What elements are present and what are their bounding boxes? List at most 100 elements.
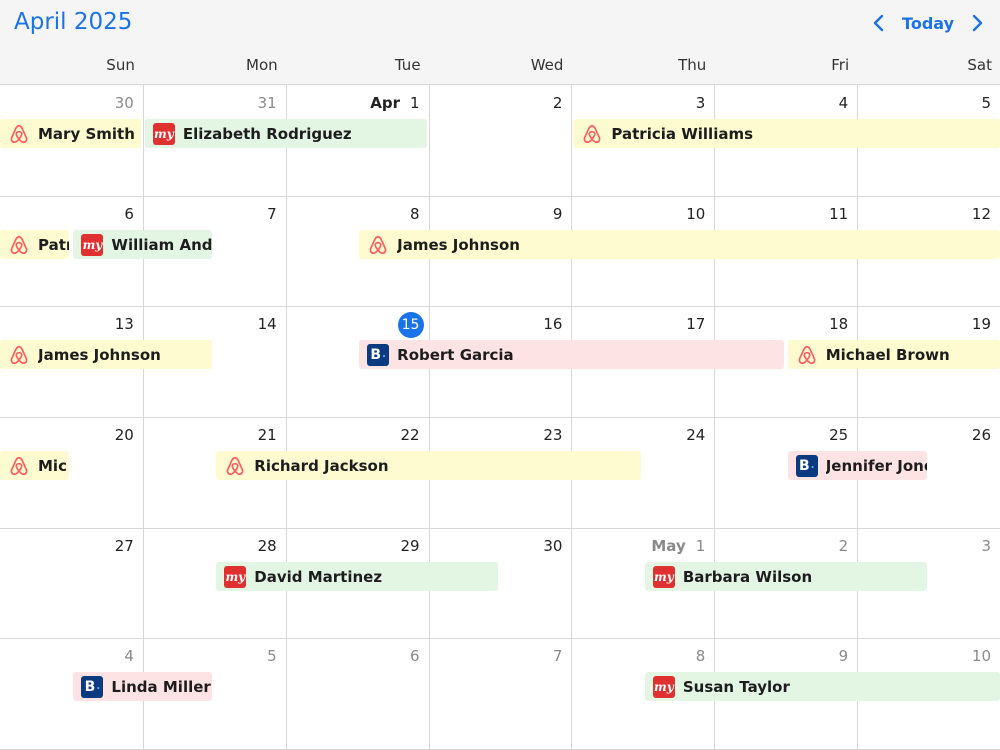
day-cell[interactable]: 17	[686, 313, 705, 335]
event-airbnb[interactable]: Patr	[0, 230, 70, 259]
day-cell[interactable]: 31	[258, 92, 277, 114]
day-cell[interactable]: 5	[267, 645, 277, 667]
event-mmt[interactable]: my Susan Taylor	[644, 672, 1000, 701]
event-guest-name: James Johnson	[397, 235, 520, 254]
day-cell[interactable]: 3	[696, 92, 706, 114]
day-cell[interactable]: 9	[553, 203, 563, 225]
event-airbnb[interactable]: Patricia Williams	[573, 119, 1000, 148]
day-cell[interactable]: Apr 1	[370, 92, 419, 114]
day-cell[interactable]: 9	[839, 645, 849, 667]
event-booking[interactable]: B. Linda Miller	[73, 672, 213, 701]
month-label: Apr	[370, 94, 401, 112]
booking-icon: B.	[366, 343, 390, 367]
day-cell[interactable]: 7	[553, 645, 563, 667]
weekday-label: Sat	[967, 56, 992, 74]
airbnb-icon	[584, 124, 601, 143]
event-airbnb[interactable]: Michael Brown	[787, 340, 1000, 369]
row-divider	[0, 417, 1000, 418]
weekday-label: Fri	[831, 56, 850, 74]
day-cell[interactable]: 25	[829, 424, 848, 446]
event-mmt[interactable]: my William Ande	[73, 230, 213, 259]
day-cell[interactable]: 3	[981, 535, 991, 557]
day-number: 6	[124, 205, 134, 223]
day-cell[interactable]: 4	[839, 92, 849, 114]
airbnb-icon	[10, 456, 28, 475]
day-cell[interactable]: 22	[400, 424, 419, 446]
day-number: 11	[829, 205, 849, 223]
day-cell[interactable]: 20	[115, 424, 134, 446]
day-cell[interactable]: 13	[115, 313, 134, 335]
weekday-label: Tue	[394, 56, 421, 74]
day-cell[interactable]: 19	[972, 313, 991, 335]
airbnb-icon	[795, 343, 819, 367]
airbnb-icon	[10, 235, 28, 254]
day-cell[interactable]: 27	[115, 535, 134, 557]
makemytrip-logo: my	[652, 565, 675, 588]
event-mmt[interactable]: my Elizabeth Rodriguez	[144, 119, 427, 148]
day-cell[interactable]: 6	[124, 203, 134, 225]
day-number: 7	[552, 647, 563, 665]
event-booking[interactable]: B. Jennifer Jones	[787, 451, 927, 480]
day-number: 23	[543, 426, 563, 444]
day-cell[interactable]: May 1	[651, 535, 705, 557]
day-cell[interactable]: 23	[543, 424, 562, 446]
day-cell[interactable]: 14	[258, 313, 277, 335]
day-number: 18	[829, 315, 849, 333]
day-cell[interactable]: 4	[124, 645, 134, 667]
airbnb-icon	[580, 122, 604, 146]
weekday-label: Wed	[530, 56, 564, 74]
today-indicator[interactable]: 15	[397, 312, 424, 338]
event-airbnb[interactable]: Mary Smith	[0, 119, 141, 148]
day-cell[interactable]: 7	[267, 203, 277, 225]
day-cell[interactable]: 10	[686, 203, 705, 225]
event-mmt[interactable]: my Barbara Wilson	[644, 562, 927, 591]
day-cell[interactable]: 18	[829, 313, 848, 335]
chevron-left-icon	[873, 14, 884, 32]
event-airbnb[interactable]: James Johnson	[0, 340, 213, 369]
event-booking[interactable]: B. Robert Garcia	[359, 340, 784, 369]
day-cell[interactable]: 8	[410, 203, 420, 225]
day-cell[interactable]: 16	[543, 313, 562, 335]
day-cell[interactable]: 5	[981, 92, 991, 114]
day-cell[interactable]: 30	[115, 92, 134, 114]
prev-month-button[interactable]	[872, 13, 886, 33]
today-button[interactable]: Today	[902, 14, 954, 33]
makemytrip-logo: my	[652, 675, 675, 698]
day-cell[interactable]: 11	[829, 203, 848, 225]
event-airbnb[interactable]: Mic	[0, 451, 70, 480]
day-cell[interactable]: 10	[972, 645, 991, 667]
event-airbnb[interactable]: James Johnson	[359, 230, 1000, 259]
day-cell[interactable]: 26	[972, 424, 991, 446]
day-number: 21	[257, 426, 277, 444]
day-number: 17	[686, 315, 706, 333]
day-cell[interactable]: 2	[839, 535, 849, 557]
day-cell[interactable]: 6	[410, 645, 420, 667]
next-month-button[interactable]	[970, 13, 984, 33]
day-number: 19	[971, 315, 991, 333]
airbnb-icon	[7, 233, 31, 257]
event-mmt[interactable]: my David Martinez	[216, 562, 498, 591]
event-guest-name: Jennifer Jones	[825, 456, 927, 475]
day-number: 10	[686, 205, 706, 223]
event-guest-name: Elizabeth Rodriguez	[182, 124, 352, 143]
day-cell[interactable]: 28	[258, 535, 277, 557]
day-number: 4	[838, 94, 849, 112]
day-cell[interactable]: 2	[553, 92, 563, 114]
event-guest-name: Linda Miller	[111, 677, 211, 696]
day-cell[interactable]: 21	[258, 424, 277, 446]
day-number: 16	[543, 315, 563, 333]
event-airbnb[interactable]: Richard Jackson	[216, 451, 641, 480]
day-cell[interactable]: 24	[686, 424, 705, 446]
day-cell[interactable]: 12	[972, 203, 991, 225]
day-cell[interactable]: 8	[696, 645, 706, 667]
event-guest-name: Michael Brown	[825, 345, 950, 364]
calendar-header: April 2025 Today Sun Mon Tue Wed Thu Fri Sat	[0, 0, 1000, 85]
day-number: 6	[410, 647, 420, 665]
day-cell[interactable]: 30	[543, 535, 562, 557]
day-number: 9	[838, 647, 849, 665]
row-divider	[0, 638, 1000, 639]
calendar-nav: Today	[872, 11, 984, 35]
day-number: 30	[114, 94, 134, 112]
day-cell[interactable]: 29	[400, 535, 419, 557]
day-number: 2	[552, 94, 563, 112]
